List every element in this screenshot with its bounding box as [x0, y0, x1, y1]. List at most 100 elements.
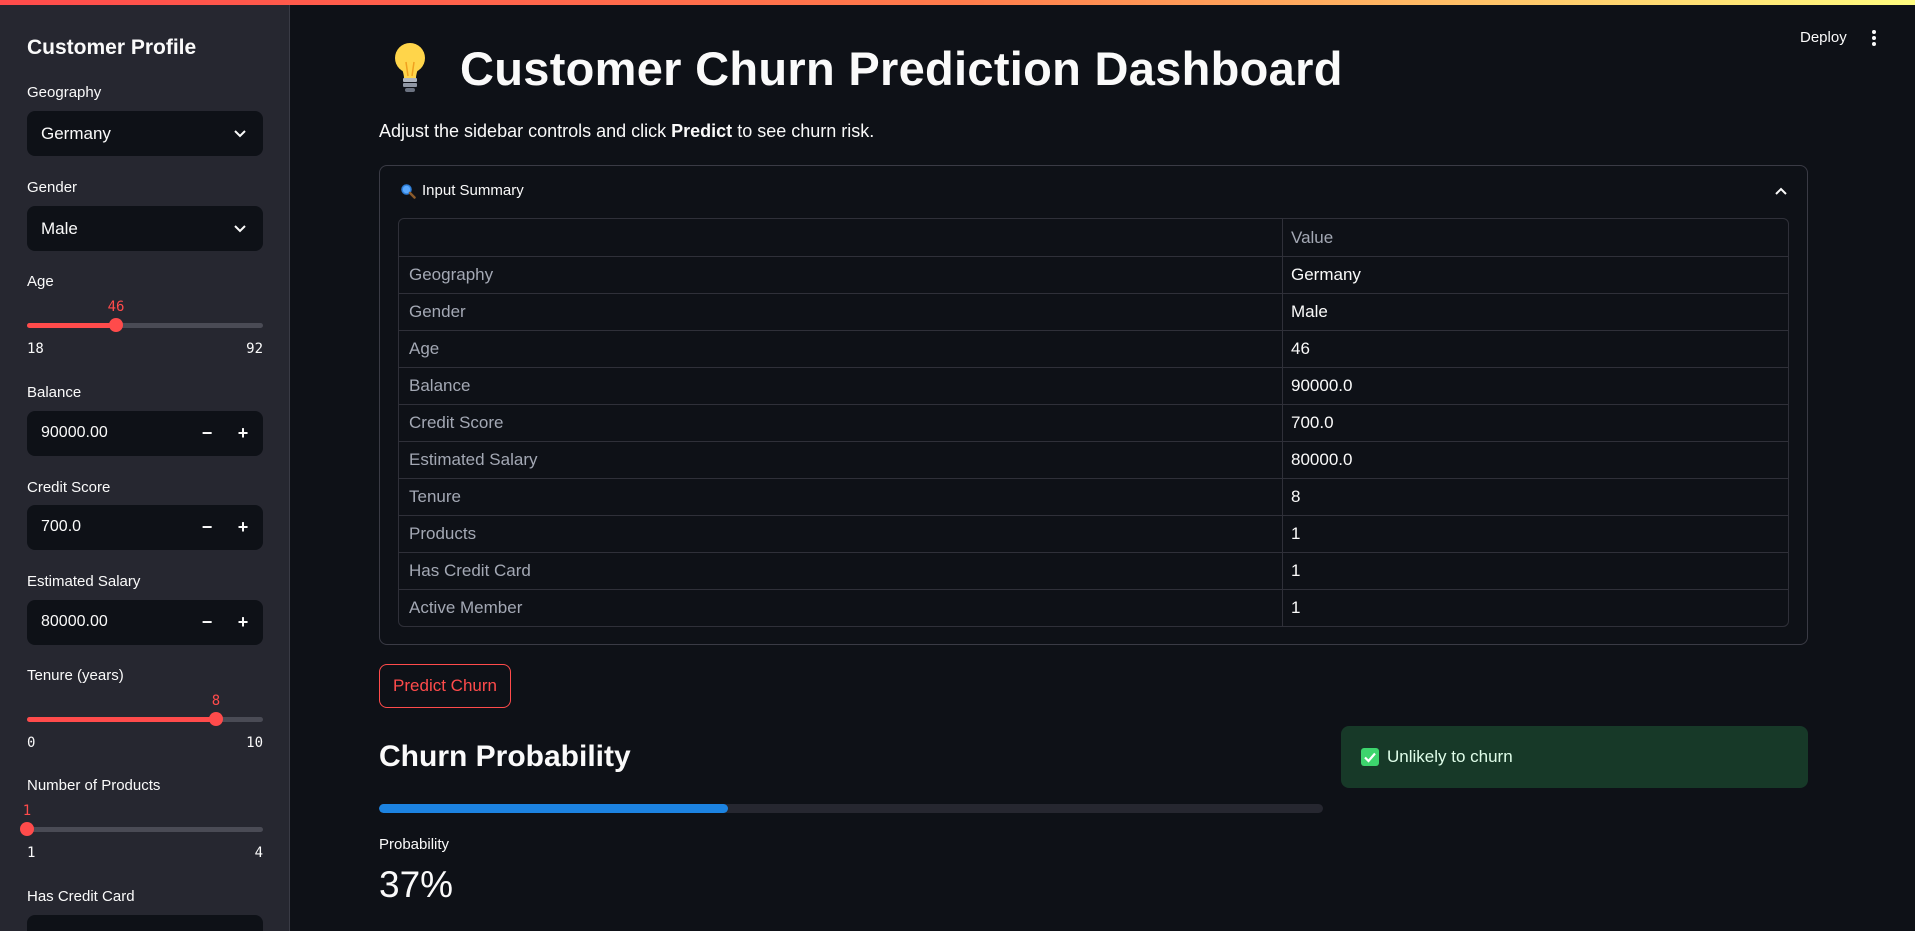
- table-row-label: Estimated Salary: [399, 442, 1283, 478]
- intro-suffix: to see churn risk.: [732, 121, 875, 141]
- slider-current-value: 1: [22, 803, 32, 819]
- table-row-label: Credit Score: [399, 405, 1283, 441]
- deploy-button[interactable]: Deploy: [1800, 29, 1847, 46]
- lightbulb-icon: [395, 43, 425, 92]
- table-row: Credit Score 700.0: [399, 404, 1788, 441]
- table-row: Tenure 8: [399, 478, 1788, 515]
- input-summary-expander: Input Summary Value Geography Germany Gend…: [379, 165, 1808, 645]
- metric-value: 37%: [379, 864, 454, 905]
- tenure-slider[interactable]: 8 0 10: [27, 693, 263, 762]
- metric-label: Probability: [379, 836, 450, 853]
- gender-label: Gender: [27, 179, 78, 196]
- table-header-row: Value: [399, 219, 1788, 256]
- estimated-salary-label: Estimated Salary: [27, 573, 141, 590]
- table-row-value: 8: [1291, 487, 1301, 506]
- slider-thumb[interactable]: [20, 822, 34, 836]
- slider-thumb[interactable]: [209, 712, 223, 726]
- slider-fill: [27, 717, 216, 722]
- products-slider[interactable]: 1 1 4: [20, 803, 263, 872]
- slider-current-value: 46: [107, 299, 125, 315]
- gender-select[interactable]: Male: [27, 206, 263, 251]
- sidebar: Customer Profile Geography Germany Gende…: [0, 0, 290, 931]
- table-row-value: 1: [1291, 598, 1301, 617]
- slider-min: 18: [27, 341, 44, 357]
- slider-max: 4: [254, 845, 263, 861]
- churn-probability-title: Churn Probability: [379, 740, 631, 773]
- sidebar-title: Customer Profile: [27, 36, 197, 59]
- products-label: Number of Products: [27, 777, 161, 794]
- table-row-value: 46: [1291, 339, 1310, 358]
- slider-current-value: 8: [211, 693, 221, 709]
- has-credit-card-label: Has Credit Card: [27, 888, 135, 905]
- intro-text: Adjust the sidebar controls and click Pr…: [379, 121, 874, 142]
- alert-text: Unlikely to churn: [1387, 747, 1513, 766]
- slider-thumb[interactable]: [109, 318, 123, 332]
- table-row-value: 1: [1291, 524, 1301, 543]
- table-header-cell: [399, 219, 1283, 256]
- table-header-cell: Value: [1291, 227, 1334, 247]
- slider-min: 1: [27, 845, 36, 861]
- predict-churn-button[interactable]: Predict Churn: [379, 664, 511, 708]
- credit-score-input[interactable]: 700.0 − +: [27, 505, 263, 550]
- balance-label: Balance: [27, 384, 82, 401]
- summary-table: Value Geography Germany Gender Male Age 46 Bal…: [398, 218, 1789, 627]
- slider-min: 0: [27, 735, 36, 751]
- progress-fill: [379, 804, 729, 813]
- estimated-salary-increment-button[interactable]: +: [227, 606, 259, 639]
- credit-score-decrement-button[interactable]: −: [191, 511, 223, 544]
- geography-select[interactable]: Germany: [27, 111, 263, 156]
- table-row-label: Balance: [399, 368, 1283, 404]
- table-row-value: 1: [1291, 561, 1301, 580]
- balance-input[interactable]: 90000.00 − +: [27, 411, 263, 456]
- age-label: Age: [27, 273, 54, 290]
- chevron-down-icon: [234, 225, 246, 233]
- chevron-up-icon[interactable]: [1773, 184, 1789, 200]
- geography-label: Geography: [27, 84, 102, 101]
- table-row-value: Male: [1291, 302, 1328, 321]
- balance-value: 90000.00: [41, 424, 108, 441]
- table-row-label: Tenure: [399, 479, 1283, 515]
- table-row: Products 1: [399, 515, 1788, 552]
- table-row-label: Gender: [399, 294, 1283, 330]
- estimated-salary-input[interactable]: 80000.00 − +: [27, 600, 263, 645]
- slider-max: 92: [246, 341, 263, 357]
- intro-bold: Predict: [671, 121, 733, 141]
- table-row-value: 80000.0: [1291, 450, 1353, 469]
- credit-score-label: Credit Score: [27, 479, 111, 496]
- table-row: Estimated Salary 80000.0: [399, 441, 1788, 478]
- table-row-value: 90000.0: [1291, 376, 1353, 395]
- has-credit-card-select[interactable]: [27, 915, 263, 931]
- table-row-label: Geography: [399, 257, 1283, 293]
- table-row: Active Member 1: [399, 589, 1788, 626]
- expander-header[interactable]: Input Summary: [400, 182, 524, 199]
- table-row: Geography Germany: [399, 256, 1788, 293]
- table-row-label: Has Credit Card: [399, 553, 1283, 589]
- chevron-down-icon: [234, 130, 246, 138]
- slider-max: 10: [246, 735, 263, 751]
- credit-score-value: 700.0: [41, 518, 82, 535]
- table-row-label: Active Member: [399, 590, 1283, 626]
- churn-result-alert: Unlikely to churn: [1341, 726, 1808, 788]
- balance-increment-button[interactable]: +: [227, 417, 259, 450]
- kebab-menu-icon[interactable]: [1868, 28, 1880, 48]
- credit-score-increment-button[interactable]: +: [227, 511, 259, 544]
- slider-fill: [27, 323, 116, 328]
- estimated-salary-value: 80000.00: [41, 613, 108, 630]
- churn-progress-bar: [379, 804, 1323, 813]
- estimated-salary-decrement-button[interactable]: −: [191, 606, 223, 639]
- magnifier-icon: [401, 183, 416, 199]
- check-box-icon: [1361, 748, 1379, 766]
- tenure-label: Tenure (years): [27, 667, 124, 684]
- table-row-value: Germany: [1291, 265, 1361, 284]
- expander-label: Input Summary: [422, 182, 524, 199]
- table-row-value: 700.0: [1291, 413, 1334, 432]
- balance-decrement-button[interactable]: −: [191, 417, 223, 450]
- slider-track: [27, 827, 263, 832]
- title-row: Customer Churn Prediction Dashboard: [390, 40, 1343, 96]
- top-accent-bar: [0, 0, 1915, 5]
- table-row: Gender Male: [399, 293, 1788, 330]
- age-slider[interactable]: 46 18 92: [27, 299, 263, 368]
- table-row: Has Credit Card 1: [399, 552, 1788, 589]
- gender-value: Male: [41, 218, 78, 238]
- intro-prefix: Adjust the sidebar controls and click: [379, 121, 672, 141]
